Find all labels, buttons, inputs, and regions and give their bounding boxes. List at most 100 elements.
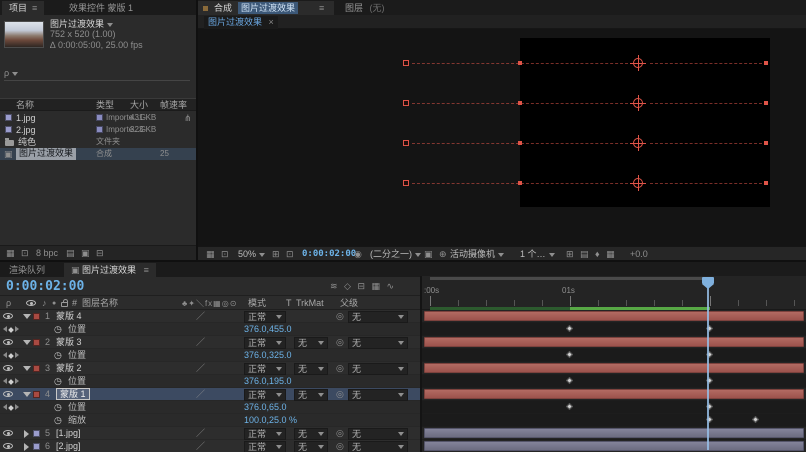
parent-pickwhip-icon[interactable]: ◎ [336, 388, 344, 401]
column-name[interactable]: 名称 [16, 99, 34, 112]
layer-row[interactable]: 1 蒙版 4 ／ 正常 ◎ 无 [0, 310, 420, 323]
selection-handle[interactable] [518, 61, 522, 65]
project-item-row[interactable]: 2.jpg Importe...G 323 KB [0, 124, 196, 136]
layer-row[interactable]: 3 蒙版 2 ／ 正常 无 ◎ 无 [0, 362, 420, 375]
solo-column-icon[interactable]: ● [52, 296, 56, 311]
prev-keyframe-icon[interactable] [3, 404, 7, 410]
property-track[interactable] [422, 401, 806, 414]
label-color-chip[interactable] [33, 443, 40, 450]
prev-keyframe-icon[interactable] [3, 378, 7, 384]
layer-track[interactable] [422, 427, 806, 440]
lock-column-icon[interactable] [61, 299, 68, 307]
label-color-chip[interactable] [33, 391, 40, 398]
exposure-value[interactable]: +0.0 [630, 247, 648, 261]
view-layout-select[interactable]: 1 个… [520, 247, 555, 261]
selection-handle[interactable] [764, 61, 768, 65]
twirl-down-icon[interactable] [23, 340, 31, 345]
stopwatch-icon[interactable]: ◷ [54, 323, 62, 336]
prev-keyframe-icon[interactable] [3, 352, 7, 358]
layer-duration-bar[interactable] [424, 337, 804, 347]
keyframe[interactable] [565, 376, 574, 385]
visibility-eye-icon[interactable] [3, 443, 13, 449]
trkmat-select[interactable]: 无 [294, 363, 328, 375]
label-color-chip[interactable] [33, 365, 40, 372]
property-row[interactable]: ◷ 位置 376.0,325.0 [0, 349, 420, 362]
property-row[interactable]: ◷ 位置 376.0,65.0 [0, 401, 420, 414]
camera-select[interactable]: 活动摄像机 [450, 247, 505, 261]
property-value[interactable]: 376.0,325.0 [244, 349, 292, 362]
blend-mode-select[interactable]: 正常 [244, 428, 286, 440]
parent-pickwhip-icon[interactable]: ◎ [336, 440, 344, 452]
project-item-row[interactable]: 1.jpg Importe...G 431 KB ⋔ [0, 112, 196, 124]
label-color-chip[interactable] [33, 430, 40, 437]
column-preserve-t[interactable]: T [286, 296, 292, 311]
selection-handle[interactable] [403, 60, 409, 66]
quality-switch[interactable]: ／ [196, 427, 205, 440]
tab-render-queue[interactable]: 渲染队列 [2, 263, 52, 277]
property-value[interactable]: 376.0,455.0 [244, 323, 292, 336]
bit-depth-button[interactable]: 8 bpc [36, 246, 58, 261]
preview-timecode[interactable]: 0:00:02:00 [302, 247, 356, 261]
label-color-chip[interactable] [33, 313, 40, 320]
label-color-chip[interactable] [5, 114, 12, 121]
property-value[interactable]: 100.0,25.0 % [244, 414, 297, 427]
search-icon[interactable]: ρ [6, 296, 11, 311]
layer-track[interactable] [422, 388, 806, 401]
viewer-option-icons[interactable]: ▦ ⊡ [206, 247, 231, 261]
current-timecode[interactable]: 0:00:02:00 [6, 279, 84, 294]
property-track[interactable] [422, 349, 806, 362]
blend-mode-select[interactable]: 正常 [244, 441, 286, 452]
prev-keyframe-icon[interactable] [3, 326, 7, 332]
next-keyframe-icon[interactable] [15, 378, 19, 384]
column-parent[interactable]: 父级 [340, 296, 358, 311]
parent-select[interactable]: 无 [348, 311, 408, 323]
tab-effect-controls[interactable]: 效果控件 蒙版 1 [62, 1, 140, 15]
trkmat-select[interactable]: 无 [294, 441, 328, 452]
tab-comp-name[interactable]: 图片过渡效果 [238, 2, 299, 14]
audio-column-icon[interactable]: ♪ [42, 296, 47, 311]
layer-row-selected[interactable]: 4 蒙版 1 ／ 正常 无 ◎ 无 [0, 388, 420, 401]
visibility-eye-icon[interactable] [3, 313, 13, 319]
property-name[interactable]: 位置 [68, 323, 86, 336]
keyframe-indicator-icon[interactable] [8, 405, 14, 411]
selection-handle[interactable] [518, 181, 522, 185]
parent-pickwhip-icon[interactable]: ◎ [336, 310, 344, 323]
keyframe[interactable] [751, 415, 760, 424]
footer-view-icons[interactable]: ▦ ⊡ [6, 246, 31, 261]
selection-handle[interactable] [764, 101, 768, 105]
trkmat-select[interactable]: 无 [294, 389, 328, 401]
parent-pickwhip-icon[interactable]: ◎ [336, 362, 344, 375]
tab-composition[interactable]: 合成 图片过渡效果 ≡ [198, 1, 334, 15]
layer-track[interactable] [422, 362, 806, 375]
playhead-head[interactable] [702, 277, 714, 284]
selection-handle[interactable] [403, 140, 409, 146]
blend-mode-select[interactable]: 正常 [244, 337, 286, 349]
panel-menu-icon[interactable]: ≡ [32, 3, 37, 13]
quality-switch[interactable]: ／ [196, 362, 205, 375]
label-color-chip[interactable] [5, 126, 12, 133]
selection-handle[interactable] [518, 141, 522, 145]
keyframe-indicator-icon[interactable] [8, 353, 14, 359]
project-comp-row-selected[interactable]: ▣ 图片过渡效果 合成 25 [0, 148, 196, 160]
panel-splitter[interactable] [420, 276, 422, 452]
viewer-tab[interactable]: 图片过渡效果 × [204, 16, 278, 29]
anchor-crosshair-icon[interactable] [630, 55, 646, 71]
keyframe-indicator-icon[interactable] [8, 379, 14, 385]
twirl-right-icon[interactable] [24, 443, 29, 451]
quality-switch[interactable]: ／ [196, 440, 205, 452]
property-track[interactable] [422, 414, 806, 427]
layer-duration-bar[interactable] [424, 363, 804, 373]
visibility-eye-icon[interactable] [3, 391, 13, 397]
timeline-option-icons[interactable]: ≋ ◇ ⊟ ▦ ∿ [330, 281, 396, 292]
keyframe-navigator[interactable] [3, 349, 19, 362]
visibility-eye-icon[interactable] [3, 430, 13, 436]
layer-row[interactable]: 5 [1.jpg] ／ 正常 无 ◎ 无 [0, 427, 420, 440]
property-value[interactable]: 376.0,65.0 [244, 401, 287, 414]
keyframe-navigator[interactable] [3, 401, 19, 414]
panel-menu-icon[interactable]: ≡ [144, 265, 149, 275]
property-name[interactable]: 缩放 [68, 414, 86, 427]
next-keyframe-icon[interactable] [15, 404, 19, 410]
project-folder-row[interactable]: 纯色 文件夹 [0, 136, 196, 148]
tab-project[interactable]: 项目 ≡ [2, 1, 45, 15]
resolution-select[interactable]: (二分之一) [370, 247, 421, 261]
